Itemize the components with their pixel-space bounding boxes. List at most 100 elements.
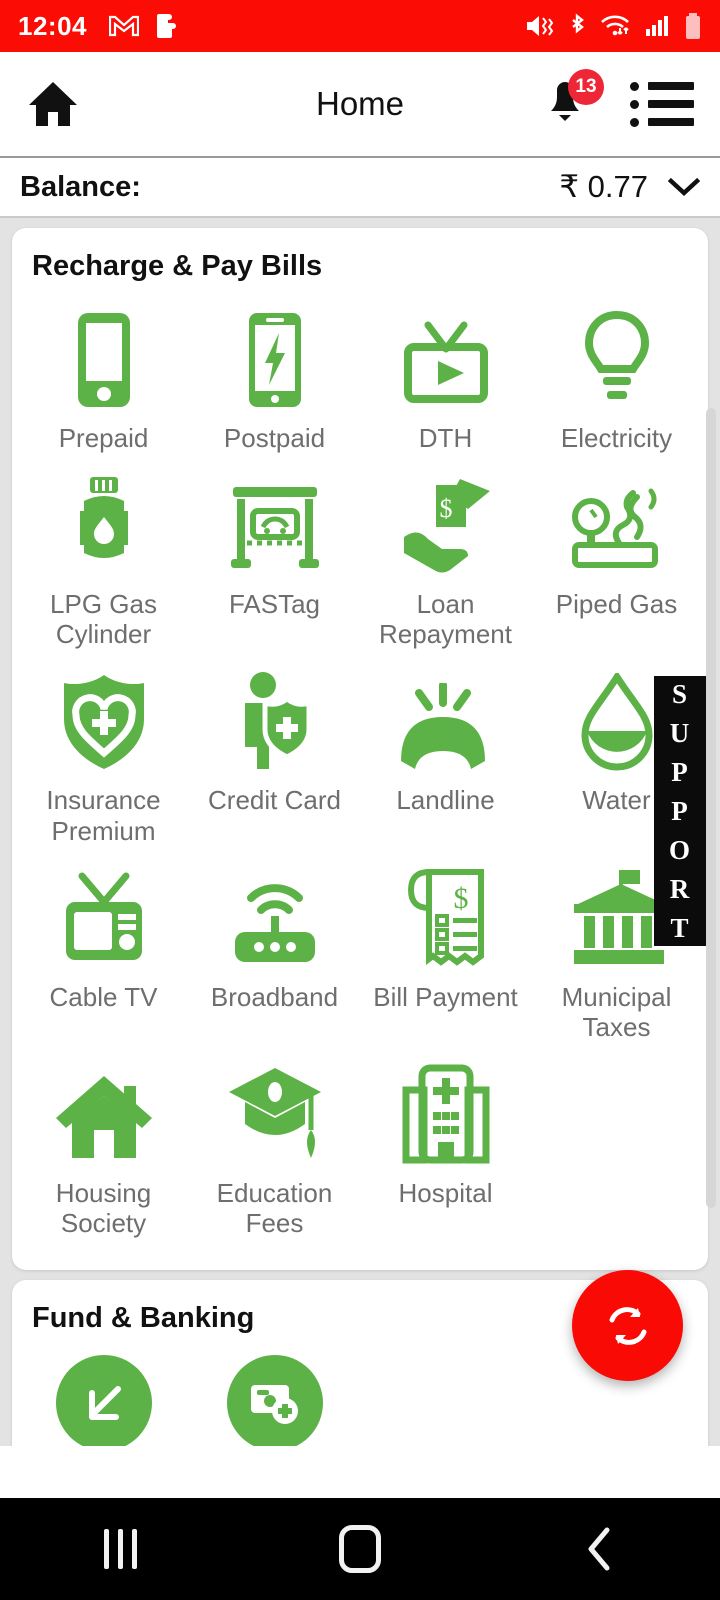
- services-grid: Prepaid Postpaid DTH Electricity LPG Gas…: [12, 291, 708, 1270]
- government-building-icon: [573, 869, 664, 964]
- service-label: Broadband: [210, 981, 339, 1012]
- status-bar-clock: 12:04: [18, 10, 87, 41]
- service-tile-lpg-gas-cylinder[interactable]: LPG Gas Cylinder: [18, 463, 189, 659]
- service-label: Housing Society: [55, 1178, 152, 1239]
- service-label: DTH: [418, 423, 473, 453]
- invoice-icon: $: [407, 868, 484, 966]
- service-label: Electricity: [560, 423, 673, 453]
- android-navigation-bar: [0, 1498, 720, 1600]
- service-label: Prepaid: [58, 423, 149, 453]
- service-tile-fastag[interactable]: FASTag: [189, 463, 360, 659]
- support-letter: T: [670, 912, 690, 943]
- balance-row[interactable]: Balance: ₹ 0.77: [0, 156, 720, 218]
- hospital-icon: [402, 1064, 489, 1164]
- add-money-icon: [250, 1385, 298, 1425]
- recents-icon: [103, 1529, 137, 1569]
- service-label: Loan Repayment: [379, 589, 512, 650]
- service-tile-postpaid[interactable]: Postpaid: [189, 297, 360, 463]
- service-tile-cable-tv[interactable]: Cable TV: [18, 856, 189, 1052]
- service-tile-bill-payment[interactable]: $ Bill Payment: [360, 856, 531, 1052]
- menu-button[interactable]: [630, 81, 694, 127]
- menu-dot: [630, 99, 639, 109]
- water-drop-icon: [580, 673, 653, 771]
- service-tile-insurance-premium[interactable]: Insurance Premium: [18, 659, 189, 855]
- signal-icon: [646, 16, 668, 36]
- service-tile-dth[interactable]: DTH: [360, 297, 531, 463]
- menu-line: [648, 82, 694, 90]
- refresh-icon: [609, 1306, 646, 1345]
- retro-tv-icon: [65, 872, 142, 960]
- menu-line: [648, 100, 694, 108]
- support-letter: O: [668, 834, 691, 865]
- refresh-fab-button[interactable]: [572, 1270, 683, 1381]
- menu-line: [648, 118, 694, 126]
- toll-gate-icon: [230, 487, 319, 569]
- service-tile-electricity[interactable]: Electricity: [531, 297, 702, 463]
- menu-dot: [630, 117, 639, 127]
- status-bar-notification-icons: [109, 12, 179, 40]
- service-label: Credit Card: [208, 785, 341, 816]
- support-letter: P: [671, 756, 689, 787]
- service-tile-landline[interactable]: Landline: [360, 659, 531, 855]
- service-label: Bill Payment: [373, 981, 518, 1012]
- section-title: Recharge & Pay Bills: [32, 250, 323, 282]
- notification-badge: 13: [568, 69, 604, 105]
- chevron-down-icon[interactable]: [668, 177, 700, 197]
- menu-dot: [630, 81, 639, 91]
- service-tile-housing-society[interactable]: Housing Society: [18, 1052, 189, 1248]
- router-wifi-icon: [234, 883, 315, 962]
- service-tile-credit-card[interactable]: Credit Card: [189, 659, 360, 855]
- home-square-icon: [339, 1525, 381, 1573]
- svg-text:$: $: [439, 494, 452, 523]
- notification-button[interactable]: 13: [542, 69, 604, 129]
- service-label: LPG Gas Cylinder: [50, 589, 157, 650]
- phone-bolt-icon: [248, 313, 301, 407]
- vertical-scrollbar[interactable]: [706, 408, 716, 1208]
- service-tile-hospital[interactable]: Hospital: [360, 1052, 531, 1248]
- arrow-down-left-icon: [88, 1386, 121, 1421]
- gmail-icon: [109, 15, 139, 37]
- fund-tile-add-money[interactable]: Add Money: [189, 1347, 360, 1446]
- service-label: Hospital: [398, 1178, 493, 1209]
- fund-tile-fund[interactable]: Fund: [18, 1347, 189, 1446]
- back-button[interactable]: [540, 1498, 660, 1600]
- svg-text:$: $: [453, 882, 468, 915]
- graduation-cap-icon: [228, 1068, 321, 1159]
- back-chevron-icon: [588, 1527, 610, 1571]
- person-shield-icon: [244, 672, 311, 770]
- service-label: Insurance Premium: [46, 785, 161, 846]
- service-tile-loan-repayment[interactable]: $ Loan Repayment: [360, 463, 531, 659]
- service-tile-broadband[interactable]: Broadband: [189, 856, 360, 1052]
- add-money-icon-circle: [226, 1355, 323, 1446]
- service-label: Landline: [396, 785, 495, 816]
- gas-meter-pipe-icon: [571, 488, 658, 569]
- balance-amount: ₹ 0.77: [559, 169, 648, 204]
- status-bar: 12:04: [0, 0, 720, 52]
- landline-phone-icon: [400, 683, 485, 770]
- mute-vibrate-icon: [527, 16, 554, 36]
- puzzle-piece-icon: [157, 14, 176, 38]
- home-button[interactable]: [26, 77, 80, 131]
- fund-icon-circle: [55, 1355, 152, 1446]
- wifi-icon: [601, 15, 629, 36]
- service-tile-education-fees[interactable]: Education Fees: [189, 1052, 360, 1248]
- support-letter: R: [669, 873, 691, 904]
- service-tile-prepaid[interactable]: Prepaid: [18, 297, 189, 463]
- recents-button[interactable]: [60, 1498, 180, 1600]
- house-icon: [55, 1076, 152, 1159]
- recharge-pay-bills-card: Recharge & Pay Bills Prepaid Postpaid DT…: [12, 228, 708, 1271]
- service-label: Water: [582, 785, 651, 816]
- home-nav-button[interactable]: [300, 1498, 420, 1600]
- service-tile-piped-gas[interactable]: Piped Gas: [531, 463, 702, 659]
- bluetooth-icon: [572, 13, 584, 34]
- status-bar-system-icons: [524, 12, 702, 40]
- service-label: Piped Gas: [555, 589, 678, 620]
- home-icon: [29, 82, 77, 126]
- balance-label: Balance:: [20, 170, 141, 203]
- support-letter: S: [671, 678, 689, 709]
- main-scroll-area[interactable]: Recharge & Pay Bills Prepaid Postpaid DT…: [0, 218, 720, 1446]
- gas-cylinder-icon: [79, 477, 128, 559]
- support-tab[interactable]: S U P P O R T: [654, 676, 706, 946]
- service-label: Municipal Taxes: [561, 981, 672, 1042]
- mobile-phone-icon: [77, 313, 130, 407]
